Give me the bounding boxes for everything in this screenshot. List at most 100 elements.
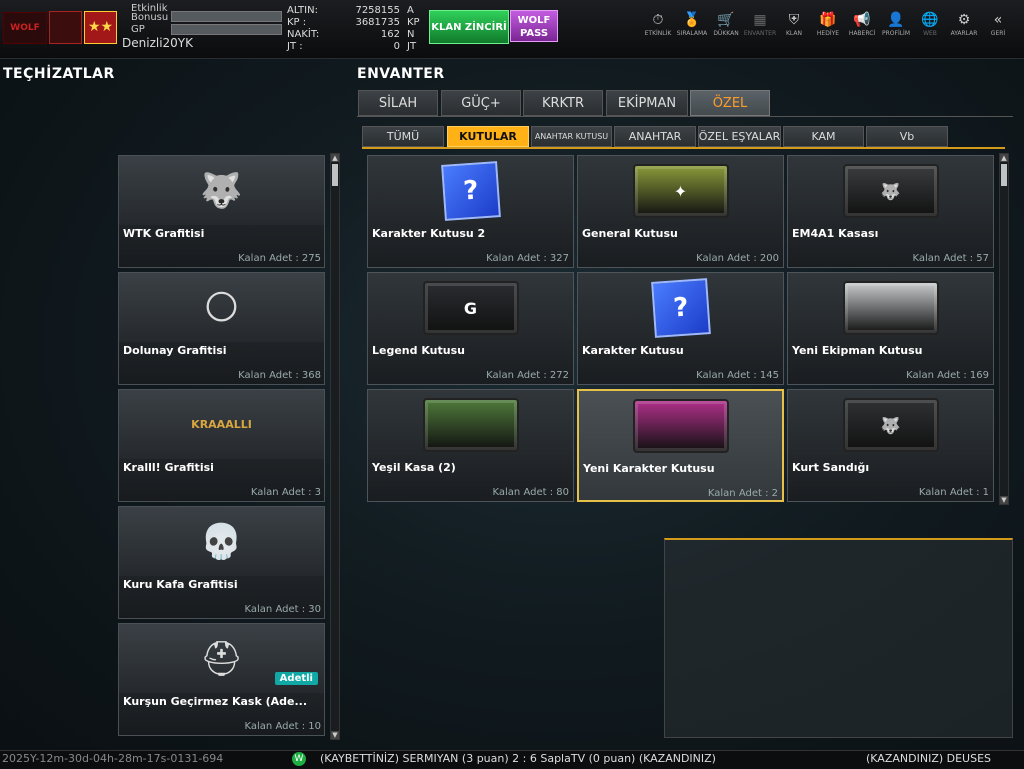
grid-scroll-thumb[interactable] [1001,164,1007,186]
menu-icon: 👤 [887,12,905,28]
menu-icon: ⏱ [652,12,664,28]
item-count: Kalan Adet : 57 [912,253,989,264]
inventory-item[interactable]: ? Karakter Kutusu 2 Kalan Adet : 327 [367,155,574,268]
item-name: Karakter Kutusu [582,344,684,357]
crate-icon [632,399,729,453]
scroll-thumb[interactable] [332,164,338,186]
techizat-card[interactable]: 🐺 WTK Grafitisi Kalan Adet : 275 [118,155,325,268]
currency-label: ALTIN: [287,5,318,16]
inventory-item[interactable]: Yeni Ekipman Kutusu Kalan Adet : 169 [787,272,994,385]
techizat-card[interactable]: KRAAALLI Kralll! Grafitisi Kalan Adet : 3 [118,389,325,502]
item-name: General Kutusu [582,227,678,240]
item-image: ? [578,273,783,343]
wolf-pass-label-2: PASS [519,28,549,39]
techizatlar-title: TEÇHİZATLAR [3,66,115,82]
item-count: Kalan Adet : 272 [486,370,569,381]
subtab-4[interactable]: ÖZEL EŞYALAR [698,126,781,147]
techizat-count: Kalan Adet : 10 [244,721,321,732]
menu-siralama[interactable]: 🏅 SIRALAMA [674,10,710,37]
scroll-up-icon[interactable]: ▲ [331,154,339,162]
techizat-card[interactable]: ⛑ Kurşun Geçirmez Kask (Ade... Kalan Adet … [118,623,325,736]
menu-hedi̇ye[interactable]: 🎁 HEDİYE [810,10,846,37]
question-box-icon: ? [650,278,711,338]
inventory-item[interactable]: ✦ General Kutusu Kalan Adet : 200 [577,155,784,268]
crate-icon: ✦ [632,164,729,218]
inventory-item[interactable]: 🐺 Kurt Sandığı Kalan Adet : 1 [787,389,994,502]
item-name: EM4A1 Kasası [792,227,879,240]
techizat-name: WTK Grafitisi [123,227,205,240]
subtab-0[interactable]: TÜMÜ [362,126,444,147]
item-image [368,390,573,460]
grid-scroll-up-icon[interactable]: ▲ [1000,154,1008,162]
tab-3[interactable]: EKİPMAN [606,90,688,116]
gp-bar [171,24,282,35]
item-image: ✦ [578,156,783,226]
menu-label: DÜKKAN [713,30,739,37]
menu-profi̇li̇m[interactable]: 👤 PROFİLİM [878,10,914,37]
wolf-pass-button[interactable]: WOLF PASS [510,10,558,42]
techizat-image-icon: 🌕 [119,273,324,342]
subtab-2[interactable]: ANAHTAR KUTUSU [531,126,612,147]
crate-icon: 🐺 [842,164,939,218]
menu-label: ETKİNLİK [644,30,672,37]
bonus-label-2: Bonusu [131,12,169,23]
scroll-down-icon[interactable]: ▼ [331,731,339,739]
menu-icon: ⚙ [957,12,971,28]
top-bar: WOLF ★★ Etkinlik Bonusu GP Denizli20YK A… [0,0,1024,59]
tab-0[interactable]: SİLAH [358,90,438,116]
item-name: Yeşil Kasa (2) [372,461,456,474]
techizat-image-icon: 💀 [119,507,324,576]
subtab-3[interactable]: ANAHTAR [614,126,696,147]
menu-klan[interactable]: ⛨ KLAN [776,10,812,37]
item-name: Yeni Ekipman Kutusu [792,344,923,357]
inventory-item[interactable]: Yeni Karakter Kutusu Kalan Adet : 2 [577,389,784,502]
left-scrollbar[interactable]: ▲ ▼ [330,153,340,740]
techizat-image-icon: KRAAALLI [119,390,324,459]
subtab-5[interactable]: KAM [783,126,864,147]
tab-4[interactable]: ÖZEL [690,90,770,116]
menu-haberci̇[interactable]: 📢 HABERCİ [844,10,880,37]
item-image [788,273,993,343]
techizat-card[interactable]: 💀 Kuru Kafa Grafitisi Kalan Adet : 30 [118,506,325,619]
menu-ayarlar[interactable]: ⚙ AYARLAR [946,10,982,37]
inventory-item[interactable]: G Legend Kutusu Kalan Adet : 272 [367,272,574,385]
menu-etki̇nli̇k[interactable]: ⏱ ETKİNLİK [640,10,676,37]
menu-label: AYARLAR [950,30,978,37]
techizat-name: Kralll! Grafitisi [123,461,214,474]
crate-icon [842,281,939,335]
inventory-item[interactable]: 🐺 EM4A1 Kasası Kalan Adet : 57 [787,155,994,268]
rank-stars-icon: ★★ [84,11,117,44]
menu-icon: ▦ [753,12,767,28]
menu-label: HEDİYE [816,30,840,37]
item-image: ? [368,156,573,226]
menu-envanter[interactable]: ▦ ENVANTER [742,10,778,37]
subtab-1[interactable]: KUTULAR [447,126,529,147]
techizat-card[interactable]: 🌕 Dolunay Grafitisi Kalan Adet : 368 [118,272,325,385]
grid-scrollbar[interactable]: ▲ ▼ [999,153,1009,505]
menu-geri̇[interactable]: « GERİ [980,10,1016,37]
game-logo: WOLF [3,12,47,44]
tab-1[interactable]: GÜÇ+ [441,90,521,116]
inventory-item[interactable]: ? Karakter Kutusu Kalan Adet : 145 [577,272,784,385]
menu-icon: 🛒 [717,12,735,28]
grid-scroll-down-icon[interactable]: ▼ [1000,496,1008,504]
item-count: Kalan Adet : 200 [696,253,779,264]
menu-dükkan[interactable]: 🛒 DÜKKAN [708,10,744,37]
currency-unit: JT [407,41,417,52]
username: Denizli20YK [122,36,193,50]
inventory-item[interactable]: Yeşil Kasa (2) Kalan Adet : 80 [367,389,574,502]
item-image: 🐺 [788,156,993,226]
bottom-bar: 2025Y-12m-30d-04h-28m-17s-0131-694 W (KA… [0,750,1024,769]
crate-icon: 🐺 [842,398,939,452]
subtab-6[interactable]: Vb [866,126,948,147]
crate-icon: G [422,281,519,335]
item-count: Kalan Adet : 169 [906,370,989,381]
currency-unit: A [407,5,414,16]
gp-label: GP [131,24,145,35]
techizat-count: Kalan Adet : 275 [238,253,321,264]
menu-label: GERİ [990,30,1006,37]
tab-2[interactable]: KRKTR [523,90,603,116]
currency-label: NAKİT: [287,29,320,40]
menu-web[interactable]: 🌐 WEB [912,10,948,37]
klan-zinciri-button[interactable]: KLAN ZİNCİRİ [429,10,509,44]
